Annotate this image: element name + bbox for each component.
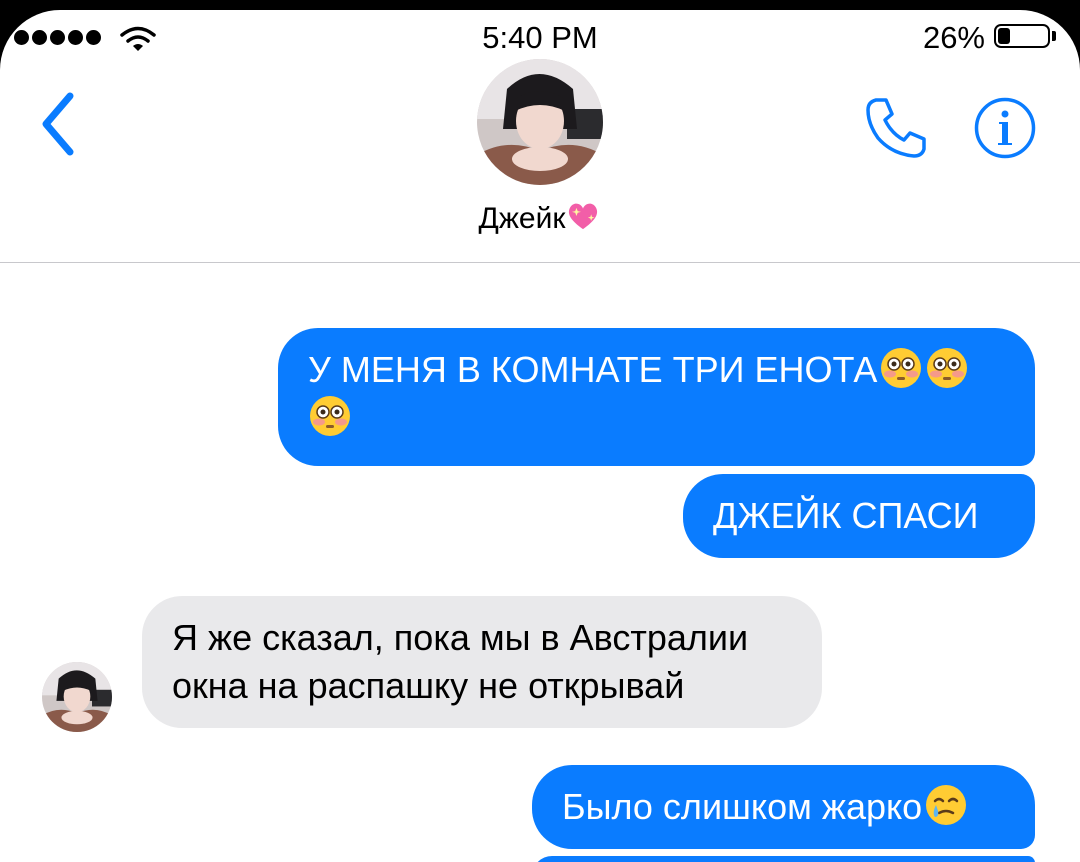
phone-icon[interactable] [862, 94, 930, 162]
message-text: Было слишком жарко [562, 786, 923, 827]
message-bubble-outgoing[interactable]: У МЕНЯ В КОМНАТЕ ТРИ ЕНОТА [278, 328, 1035, 466]
flushed-face-icon [310, 396, 350, 436]
message-text: Я же сказал, пока мы в Австралии окна на… [172, 617, 749, 706]
info-icon[interactable] [974, 97, 1036, 159]
message-text: ДЖЕЙК СПАСИ [713, 495, 979, 536]
flushed-face-icon [927, 348, 968, 388]
crying-smile-face-icon [926, 785, 967, 825]
battery-fill [998, 28, 1010, 44]
avatar-photo [42, 662, 112, 732]
avatar-photo [477, 59, 603, 185]
message-bubble-outgoing[interactable]: Было слишком жарко [532, 765, 1035, 849]
status-time: 5:40 PM [482, 20, 598, 55]
message-text: У МЕНЯ В КОМНАТЕ ТРИ ЕНОТА [308, 349, 878, 390]
battery-percent: 26% [922, 20, 985, 55]
chat-screen: 5:40 PM 26% Джейк У МЕНЯ В КОМНАТЕ ТРИ Е… [0, 10, 1080, 862]
contact-avatar[interactable] [477, 59, 603, 185]
back-chevron-icon[interactable] [36, 88, 80, 160]
message-bubble-outgoing[interactable]: ДЖЕЙК СПАСИ [683, 474, 1035, 558]
flushed-face-icon [881, 348, 922, 388]
message-bubble-outgoing-partial[interactable] [532, 856, 1035, 862]
conversation-header: Джейк [0, 59, 1080, 263]
contact-name[interactable]: Джейк [0, 198, 1080, 236]
battery-icon [994, 24, 1050, 48]
status-bar: 5:40 PM 26% [0, 10, 1080, 64]
battery-tip [1052, 31, 1056, 41]
message-bubble-incoming[interactable]: Я же сказал, пока мы в Австралии окна на… [142, 596, 822, 728]
contact-avatar-small[interactable] [42, 662, 112, 732]
sparkling-heart-icon [569, 203, 598, 230]
contact-name-text: Джейк [478, 202, 566, 235]
